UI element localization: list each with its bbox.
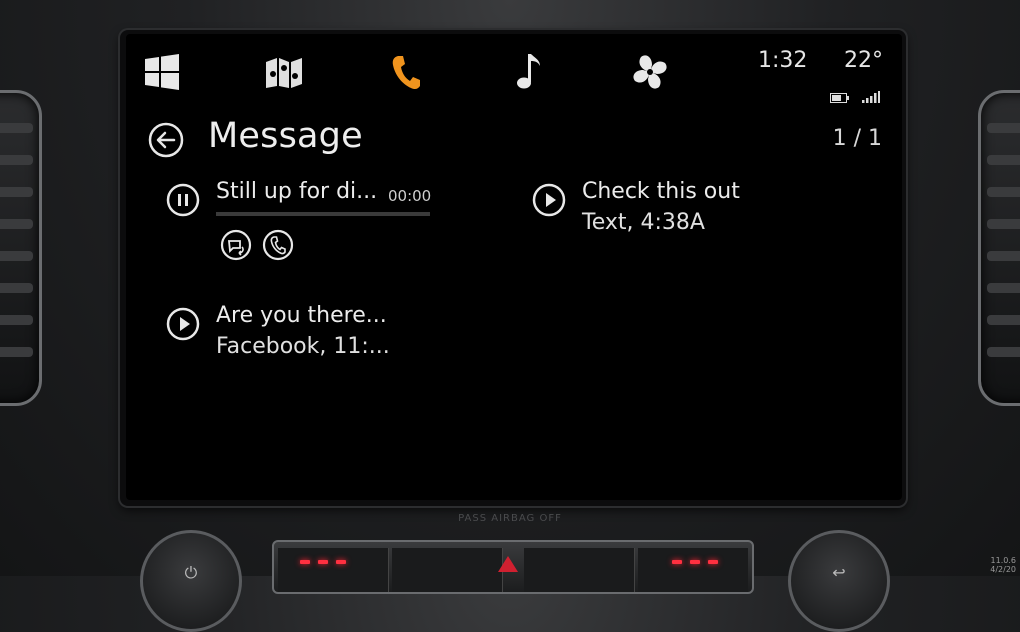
music-note-icon[interactable] bbox=[508, 52, 548, 92]
fan-icon[interactable] bbox=[630, 52, 670, 92]
battery-icon bbox=[830, 88, 850, 107]
call-back-icon[interactable] bbox=[262, 229, 294, 261]
message-meta: Facebook, 11:... bbox=[216, 334, 390, 359]
message-item[interactable]: Check this out Text, 4:38A bbox=[532, 179, 792, 249]
message-preview: Still up for di... bbox=[216, 179, 378, 204]
right-air-vent bbox=[978, 90, 1020, 406]
panel-button[interactable] bbox=[278, 548, 389, 592]
elapsed-time: 00:00 bbox=[388, 187, 432, 205]
return-icon: ↩ bbox=[832, 563, 846, 582]
pause-icon[interactable] bbox=[166, 183, 200, 217]
reply-message-icon[interactable] bbox=[220, 229, 252, 261]
hazard-button-panel bbox=[272, 540, 754, 594]
page-indicator: 1 / 1 bbox=[832, 126, 882, 151]
page-title: Message bbox=[208, 116, 363, 156]
message-preview: Are you there... bbox=[216, 303, 387, 328]
panel-button[interactable] bbox=[524, 548, 635, 592]
temperature: 22° bbox=[844, 48, 883, 73]
map-icon[interactable] bbox=[264, 52, 304, 92]
hazard-triangle-icon[interactable] bbox=[498, 556, 518, 572]
phone-icon[interactable] bbox=[386, 52, 426, 92]
message-item[interactable]: Are you there... Facebook, 11:... bbox=[166, 303, 426, 373]
version-label: 11.0.6 4/2/20 bbox=[990, 556, 1016, 574]
play-icon[interactable] bbox=[532, 183, 566, 217]
clock: 1:32 bbox=[758, 48, 808, 73]
power-knob[interactable]: ⏻ bbox=[140, 530, 242, 632]
message-preview: Check this out bbox=[582, 179, 740, 204]
playback-progress-bar[interactable] bbox=[216, 212, 430, 216]
message-item[interactable]: Still up for di... 00:00 bbox=[166, 179, 446, 269]
left-air-vent bbox=[0, 90, 42, 406]
windows-logo-icon[interactable] bbox=[142, 52, 182, 92]
airbag-indicator: PASS AIRBAG OFF bbox=[458, 513, 562, 524]
play-icon[interactable] bbox=[166, 307, 200, 341]
panel-button[interactable] bbox=[638, 548, 748, 592]
back-arrow-icon[interactable] bbox=[148, 122, 184, 158]
back-knob[interactable]: ↩ bbox=[788, 530, 890, 632]
power-icon: ⏻ bbox=[184, 563, 198, 582]
panel-button[interactable] bbox=[392, 548, 503, 592]
infotainment-screen: 1:32 22° Message 1 / 1 Still up for di..… bbox=[126, 34, 902, 500]
signal-strength-icon bbox=[862, 88, 880, 107]
message-meta: Text, 4:38A bbox=[582, 210, 705, 235]
